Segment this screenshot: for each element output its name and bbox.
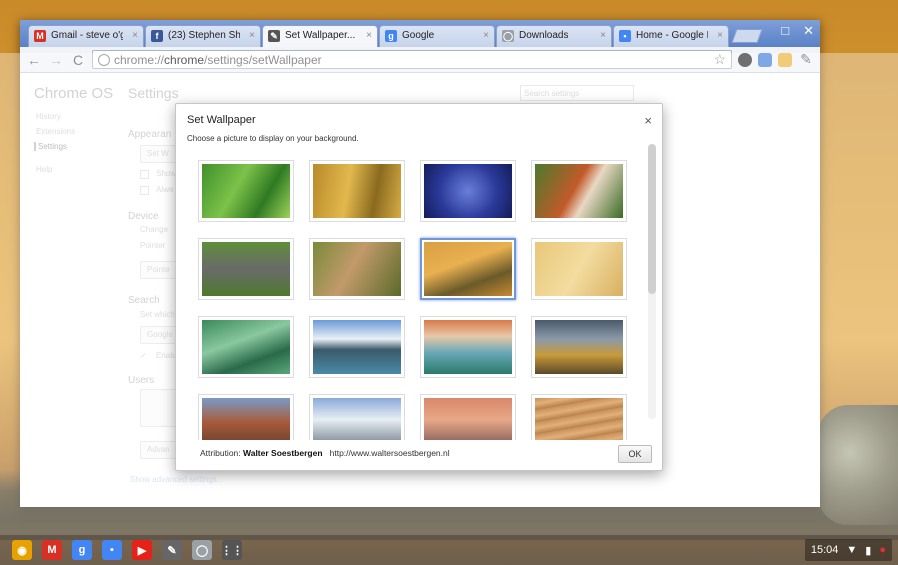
dialog-subtitle: Choose a picture to display on your back…	[187, 134, 359, 143]
wallpaper-grid	[198, 160, 638, 440]
scrollbar-thumb[interactable]	[648, 144, 656, 294]
tab-label: (23) Stephen Shankl	[168, 30, 240, 41]
minimize-icon[interactable]: □	[781, 23, 789, 39]
tab-label: Set Wallpaper...	[285, 30, 356, 41]
wallpaper-thumbnail-autumn-valley[interactable]	[531, 316, 627, 378]
wallpaper-grid-viewport	[198, 160, 638, 440]
clock: 15:04	[810, 544, 839, 556]
google-icon: g	[385, 30, 397, 42]
wallpaper-image	[535, 398, 623, 440]
wallpaper-image	[202, 320, 290, 374]
docs-app-icon[interactable]: ▪	[102, 540, 122, 560]
wallpaper-image	[313, 398, 401, 440]
tab-close-icon[interactable]: ×	[366, 30, 372, 41]
tab-close-icon[interactable]: ×	[600, 30, 606, 41]
wallpaper-image	[535, 320, 623, 374]
wallpaper-image	[424, 398, 512, 440]
wallpaper-thumbnail-dried-leaf[interactable]	[309, 238, 405, 300]
wrench-icon: ✎	[268, 30, 280, 42]
tab-label: Downloads	[519, 30, 569, 41]
battery-icon: ▮	[865, 544, 872, 557]
attribution: Attribution: Walter Soestbergen http://w…	[200, 448, 450, 458]
tab-close-icon[interactable]: ×	[132, 30, 138, 41]
set-wallpaper-dialog: Set Wallpaper × Choose a picture to disp…	[175, 103, 663, 471]
close-icon[interactable]: ×	[644, 113, 652, 128]
close-window-icon[interactable]: ✕	[803, 23, 814, 39]
attribution-label: Attribution:	[200, 448, 241, 458]
app-launcher-icon[interactable]: ⋮⋮	[221, 540, 243, 560]
tab-strip: M Gmail - steve o'grady × f (23) Stephen Sha…	[20, 20, 820, 47]
chrome-app-icon[interactable]: ◉	[12, 540, 32, 560]
wallpaper-image	[424, 242, 512, 296]
wallpaper-thumbnail-baby-elephant[interactable]	[198, 238, 294, 300]
wallpaper-image	[313, 320, 401, 374]
attribution-name: Walter Soestbergen	[243, 448, 323, 458]
downloads-app-icon[interactable]: ◯	[192, 540, 212, 560]
wallpaper-thumbnail-golden-grass-butterfly[interactable]	[309, 160, 405, 222]
wallpaper-image	[535, 164, 623, 218]
tab-0[interactable]: M Gmail - steve o'grady ×	[28, 25, 144, 47]
wallpaper-image	[202, 164, 290, 218]
wallpaper-thumbnail-sunset-mountain[interactable]	[420, 394, 516, 440]
tab-1[interactable]: f (23) Stephen Shankl ×	[145, 25, 261, 47]
wallpaper-thumbnail-sand-dunes[interactable]	[531, 394, 627, 440]
wallpaper-thumbnail-fox[interactable]	[531, 160, 627, 222]
tab-4[interactable]: ◯ Downloads ×	[496, 25, 612, 47]
tab-label: Home - Google Docs	[636, 30, 708, 41]
wallpaper-thumbnail-aerial-fields[interactable]	[198, 316, 294, 378]
wallpaper-thumbnail-blue-coral[interactable]	[420, 160, 516, 222]
tab-close-icon[interactable]: ×	[717, 30, 723, 41]
new-tab-button[interactable]	[731, 29, 763, 43]
tab-3[interactable]: g Google ×	[379, 25, 495, 47]
user-tray-icon: ●	[879, 544, 886, 556]
tab-5[interactable]: ▪ Home - Google Docs ×	[613, 25, 729, 47]
wallpaper-thumbnail-mountain-lake[interactable]	[309, 316, 405, 378]
wallpaper-thumbnail-green-grass[interactable]	[198, 160, 294, 222]
wallpaper-thumbnail-river-canyon[interactable]	[198, 394, 294, 440]
tab-close-icon[interactable]: ×	[249, 30, 255, 41]
docs-icon: ▪	[619, 30, 631, 42]
shelf: ◉ Mg ▪ ▶ ✎ ◯ ⋮⋮	[0, 535, 898, 565]
wallpaper-thumbnail-bird-on-branch[interactable]	[420, 238, 516, 300]
gmail-app-icon[interactable]: M	[42, 540, 62, 560]
tab-close-icon[interactable]: ×	[483, 30, 489, 41]
tab-label: Google	[402, 30, 435, 41]
window-controls: □ ✕	[781, 23, 814, 39]
attribution-url[interactable]: http://www.waltersoestbergen.nl	[330, 448, 450, 458]
wallpaper-thumbnail-snowy-mountains[interactable]	[309, 394, 405, 440]
wallpaper-image	[313, 242, 401, 296]
google-search-app-icon[interactable]: g	[72, 540, 92, 560]
tab-label: Gmail - steve o'grady	[51, 30, 123, 41]
wallpaper-image	[424, 164, 512, 218]
youtube-app-icon[interactable]: ▶	[132, 540, 152, 560]
dialog-title: Set Wallpaper	[187, 114, 256, 126]
tab-2[interactable]: ✎ Set Wallpaper... ×	[262, 25, 378, 47]
wallpaper-image	[313, 164, 401, 218]
wallpaper-image	[202, 242, 290, 296]
settings-wrench-app-icon[interactable]: ✎	[162, 540, 182, 560]
wallpaper-image	[424, 320, 512, 374]
dialog-scrollbar[interactable]	[648, 144, 656, 419]
wallpaper-thumbnail-sand-crab[interactable]	[531, 238, 627, 300]
gmail-icon: M	[34, 30, 46, 42]
facebook-icon: f	[151, 30, 163, 42]
wallpaper-image	[535, 242, 623, 296]
ok-button[interactable]: OK	[618, 445, 652, 463]
status-tray[interactable]: 15:04 ▼ ▮ ●	[804, 539, 892, 561]
wifi-icon: ▼	[846, 544, 858, 556]
wallpaper-image	[202, 398, 290, 440]
wallpaper-thumbnail-coastal-rocks[interactable]	[420, 316, 516, 378]
downloads-icon: ◯	[502, 30, 514, 42]
